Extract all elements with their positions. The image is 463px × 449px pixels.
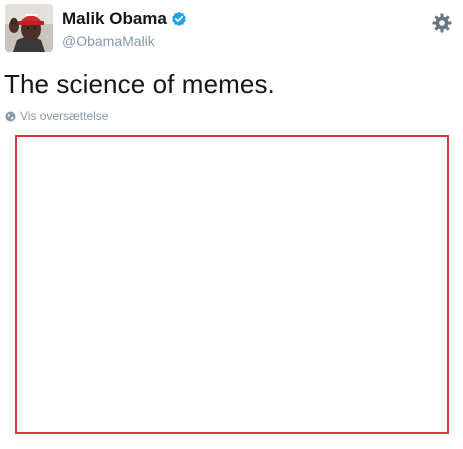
user-name[interactable]: Malik Obama [62, 9, 167, 29]
media-placeholder[interactable] [15, 135, 449, 434]
avatar[interactable] [5, 4, 53, 52]
globe-icon [5, 111, 16, 122]
translate-link[interactable]: Vis oversættelse [5, 109, 108, 123]
tweet-text: The science of memes. [4, 69, 275, 99]
tweet-card: Malik Obama @ObamaMalik The science of m… [0, 0, 463, 449]
translate-label[interactable]: Vis oversættelse [20, 109, 108, 123]
gear-icon[interactable] [432, 13, 452, 33]
user-handle[interactable]: @ObamaMalik [62, 32, 155, 50]
user-name-row[interactable]: Malik Obama [62, 9, 187, 29]
verified-badge-icon [171, 11, 187, 27]
